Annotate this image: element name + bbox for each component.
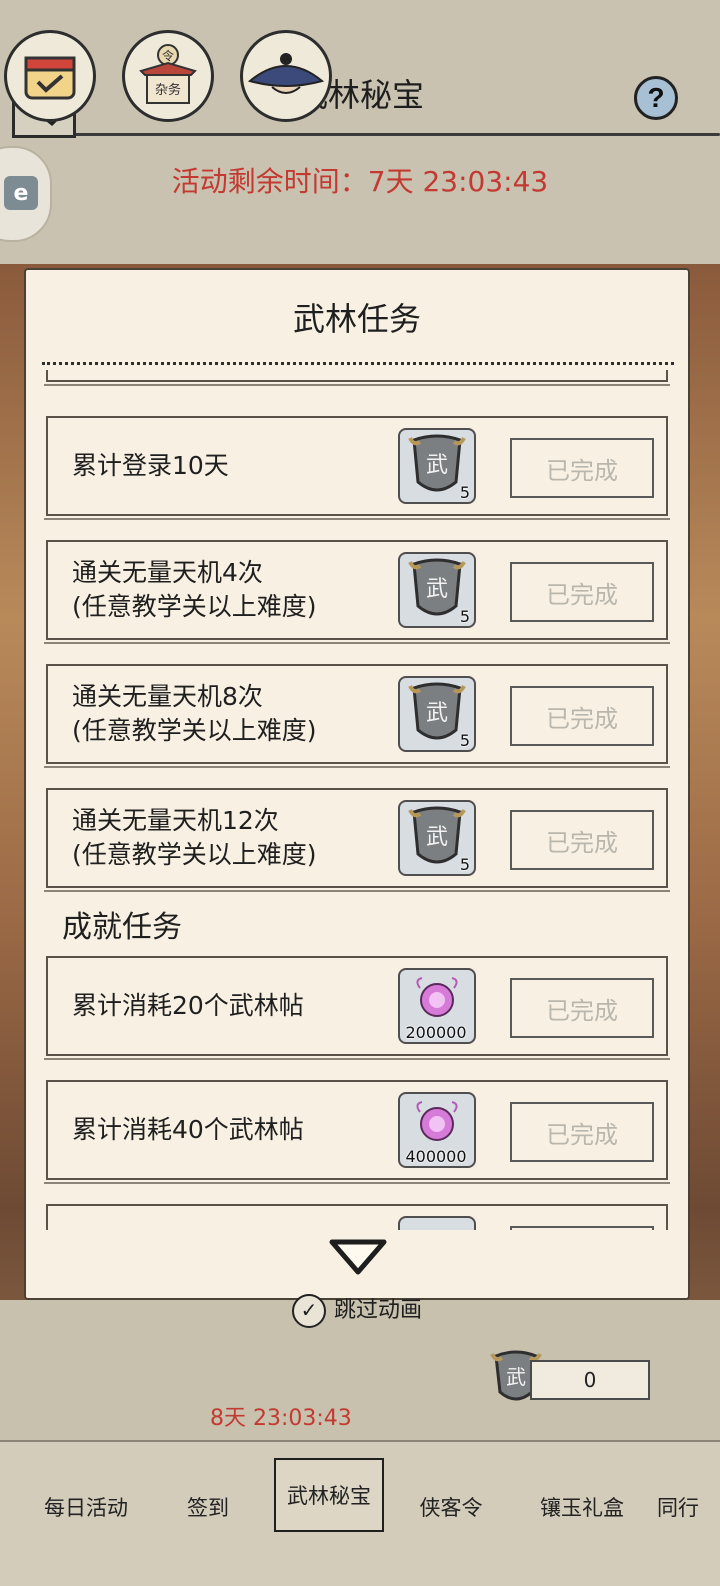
reward-slot-partial: [398, 1216, 476, 1230]
tab-sign-in[interactable]: 签到: [160, 1472, 256, 1542]
svg-text:武: 武: [426, 453, 448, 478]
tab-jade-giftbox[interactable]: 镶玉礼盒: [522, 1472, 642, 1542]
misc-text: 杂务: [155, 82, 181, 98]
reward-slot[interactable]: 400000: [398, 1092, 476, 1168]
check-icon: ✓: [292, 1294, 326, 1328]
task-card: 通关无量天机12次 (任意教学关以上难度) 武 5 已完成: [44, 788, 670, 892]
calendar-icon: [24, 56, 76, 100]
tab-daily-activities[interactable]: 每日活动: [20, 1472, 152, 1542]
svg-text:武: 武: [426, 825, 448, 850]
task-status-button[interactable]: 已完成: [510, 978, 654, 1038]
task-description: 通关无量天机12次 (任意教学关以上难度): [72, 790, 392, 886]
reward-slot[interactable]: 武 5: [398, 552, 476, 628]
task-line-1: 通关无量天机4次: [72, 558, 263, 587]
task-description: 累计消耗20个武林帖: [72, 958, 392, 1054]
section-title-achievements: 成就任务: [62, 910, 182, 945]
bottom-tab-bar: 每日活动 签到 武林秘宝 侠客令 镶玉礼盒 同行: [0, 1440, 720, 1586]
reward-quantity: 5: [459, 855, 470, 874]
svg-text:武: 武: [426, 701, 448, 726]
ling-text: 令: [162, 48, 174, 63]
reward-slot[interactable]: 武 5: [398, 676, 476, 752]
reward-quantity: 5: [459, 607, 470, 626]
task-line-2: (任意教学关以上难度): [72, 716, 317, 745]
task-description: 累计登录10天: [72, 418, 392, 514]
task-status-button[interactable]: 已完成: [510, 810, 654, 870]
task-card: 通关无量天机8次 (任意教学关以上难度) 武 5 已完成: [44, 664, 670, 768]
task-status-button[interactable]: 已完成: [510, 1102, 654, 1162]
reward-quantity: 5: [459, 731, 470, 750]
task-line-1: 通关无量天机8次: [72, 682, 263, 711]
hero-token-feature-button[interactable]: [240, 30, 332, 122]
reward-slot[interactable]: 武 5: [398, 800, 476, 876]
task-description: 通关无量天机8次 (任意教学关以上难度): [72, 666, 392, 762]
task-status-button[interactable]: 已完成: [510, 686, 654, 746]
skip-animation-toggle[interactable]: ✓ 跳过动画: [292, 1292, 422, 1328]
skip-animation-label: 跳过动画: [334, 1298, 423, 1323]
purple-orb-icon: [416, 1101, 458, 1141]
errands-feature-button[interactable]: 令 杂务: [122, 30, 214, 122]
task-modal: 武林任务 累计登录10天 武 5 已完成 通关无量天机4次 (任意教学关以上难度…: [24, 268, 690, 1300]
task-line-1: 通关无量天机12次: [72, 806, 279, 835]
achievement-card-partial: [46, 1204, 668, 1230]
swordsman-hat-icon: [247, 53, 325, 94]
header: [0, 0, 720, 264]
reward-quantity: 200000: [405, 1023, 467, 1042]
task-line-1: 累计登录10天: [72, 451, 229, 480]
task-status-button[interactable]: 已完成: [510, 438, 654, 498]
task-list[interactable]: 累计登录10天 武 5 已完成 通关无量天机4次 (任意教学关以上难度) 武 5…: [26, 370, 688, 1230]
header-divider: [70, 133, 720, 136]
scroll-down-icon[interactable]: [328, 1238, 388, 1278]
purple-orb-icon: [416, 977, 458, 1017]
achievement-card: 累计消耗40个武林帖 400000 已完成: [44, 1080, 670, 1184]
token-count: 0: [530, 1360, 650, 1400]
task-line-2: (任意教学关以上难度): [72, 592, 317, 621]
task-card-partial: [44, 370, 670, 386]
tab-wulin-treasure[interactable]: 武林秘宝: [274, 1458, 384, 1532]
reward-quantity: 400000: [405, 1147, 467, 1166]
task-card: 通关无量天机4次 (任意教学关以上难度) 武 5 已完成: [44, 540, 670, 644]
shortcut-icon: e: [4, 176, 38, 210]
task-status-button-partial: [510, 1226, 654, 1230]
tab-hero-token[interactable]: 侠客令: [396, 1472, 506, 1542]
feature-timer: 8天 23:03:43: [210, 1406, 352, 1431]
achievement-card: 累计消耗20个武林帖 200000 已完成: [44, 956, 670, 1060]
task-description: 通关无量天机4次 (任意教学关以上难度): [72, 542, 392, 638]
shop-building-icon: 令 杂务: [139, 44, 197, 104]
task-status-button[interactable]: 已完成: [510, 562, 654, 622]
tab-companions[interactable]: 同行: [648, 1472, 708, 1542]
modal-title: 武林任务: [292, 300, 421, 338]
reward-slot[interactable]: 武 5: [398, 428, 476, 504]
page-title: 武林秘宝: [295, 76, 424, 114]
svg-text:武: 武: [426, 577, 448, 602]
task-line-2: (任意教学关以上难度): [72, 840, 317, 869]
task-line-1: 累计消耗40个武林帖: [72, 1115, 304, 1144]
task-card: 累计登录10天 武 5 已完成: [44, 416, 670, 520]
help-button[interactable]: ?: [634, 76, 678, 120]
modal-divider: [42, 362, 674, 365]
calendar-feature-button[interactable]: [4, 30, 96, 122]
svg-text:武: 武: [506, 1365, 526, 1389]
task-description: 累计消耗40个武林帖: [72, 1082, 392, 1178]
event-countdown: 活动剩余时间：7天 23:03:43: [171, 165, 549, 198]
task-line-1: 累计消耗20个武林帖: [72, 991, 304, 1020]
reward-slot[interactable]: 200000: [398, 968, 476, 1044]
reward-quantity: 5: [459, 483, 470, 502]
